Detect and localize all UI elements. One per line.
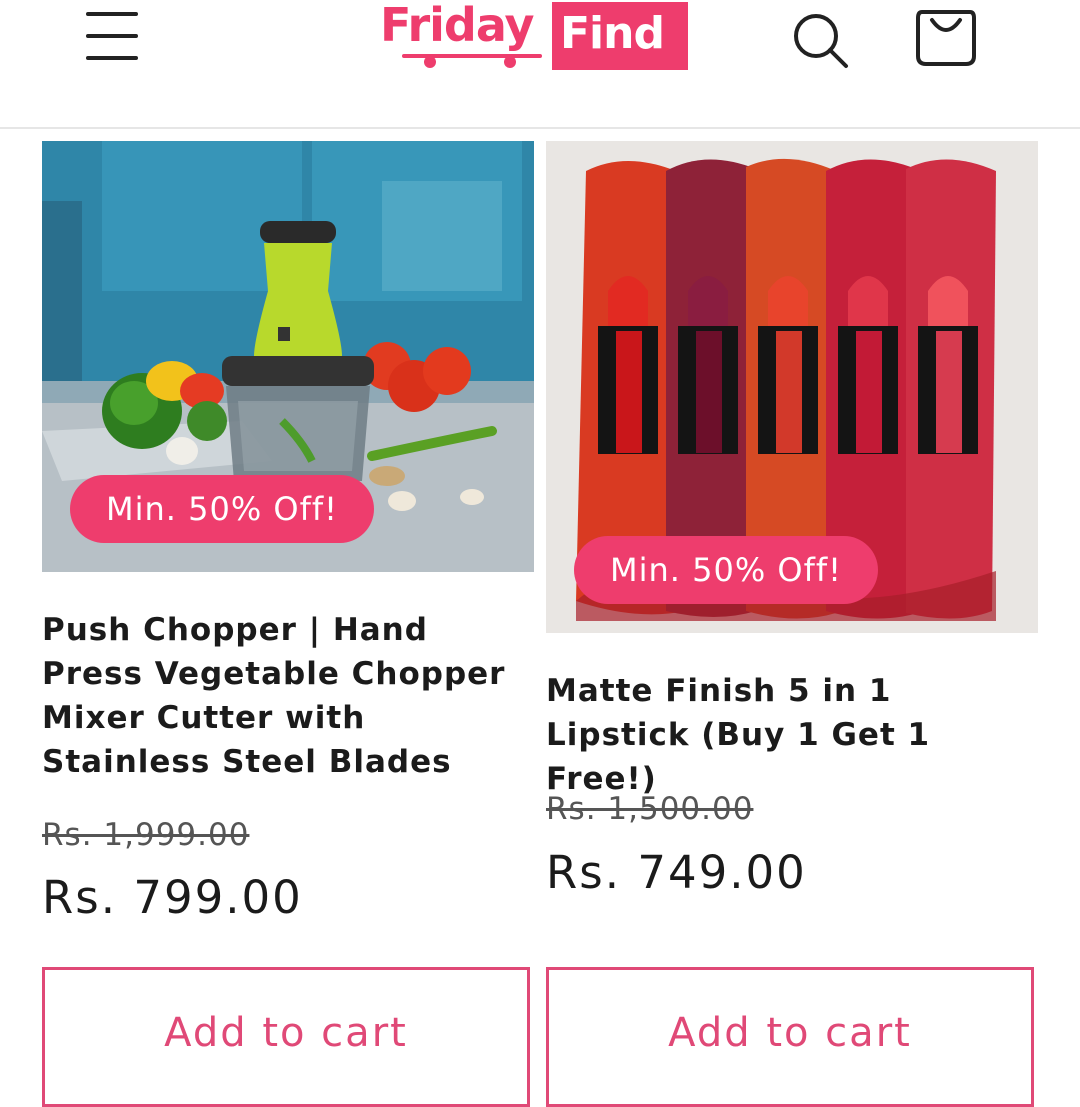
discount-badge: Min. 50% Off! [574,536,878,604]
sale-price: Rs. 749.00 [546,846,807,899]
compare-at-price: Rs. 1,999.00 [42,817,250,853]
brand-logo[interactable]: Friday Find [380,0,690,72]
logo-cart-underline [402,54,542,68]
product-image-lipstick[interactable]: Min. 50% Off! [546,141,1038,633]
add-to-cart-button[interactable]: Add to cart [42,967,530,1107]
product-title[interactable]: Matte Finish 5 in 1 Lipstick (Buy 1 Get … [546,669,1038,801]
hamburger-menu-icon[interactable] [84,10,140,62]
sale-price: Rs. 799.00 [42,871,303,924]
compare-at-price: Rs. 1,500.00 [546,791,754,827]
add-to-cart-button[interactable]: Add to cart [546,967,1034,1107]
site-header: Friday Find [0,0,1080,129]
logo-text-find: Find [560,8,665,59]
shopping-bag-icon[interactable] [914,6,978,68]
logo-text-friday: Friday [380,0,534,52]
product-image-chopper[interactable]: Min. 50% Off! [42,141,534,572]
discount-badge: Min. 50% Off! [70,475,374,543]
product-title[interactable]: Push Chopper | Hand Press Vegetable Chop… [42,608,534,784]
logo-find-box: Find [552,2,688,70]
product-card-chopper[interactable]: Min. 50% Off! Push Chopper | Hand Press … [42,141,534,1107]
search-icon[interactable] [790,8,854,72]
product-card-lipstick[interactable]: Min. 50% Off! Matte Finish 5 in 1 Lipsti… [546,141,1038,1107]
